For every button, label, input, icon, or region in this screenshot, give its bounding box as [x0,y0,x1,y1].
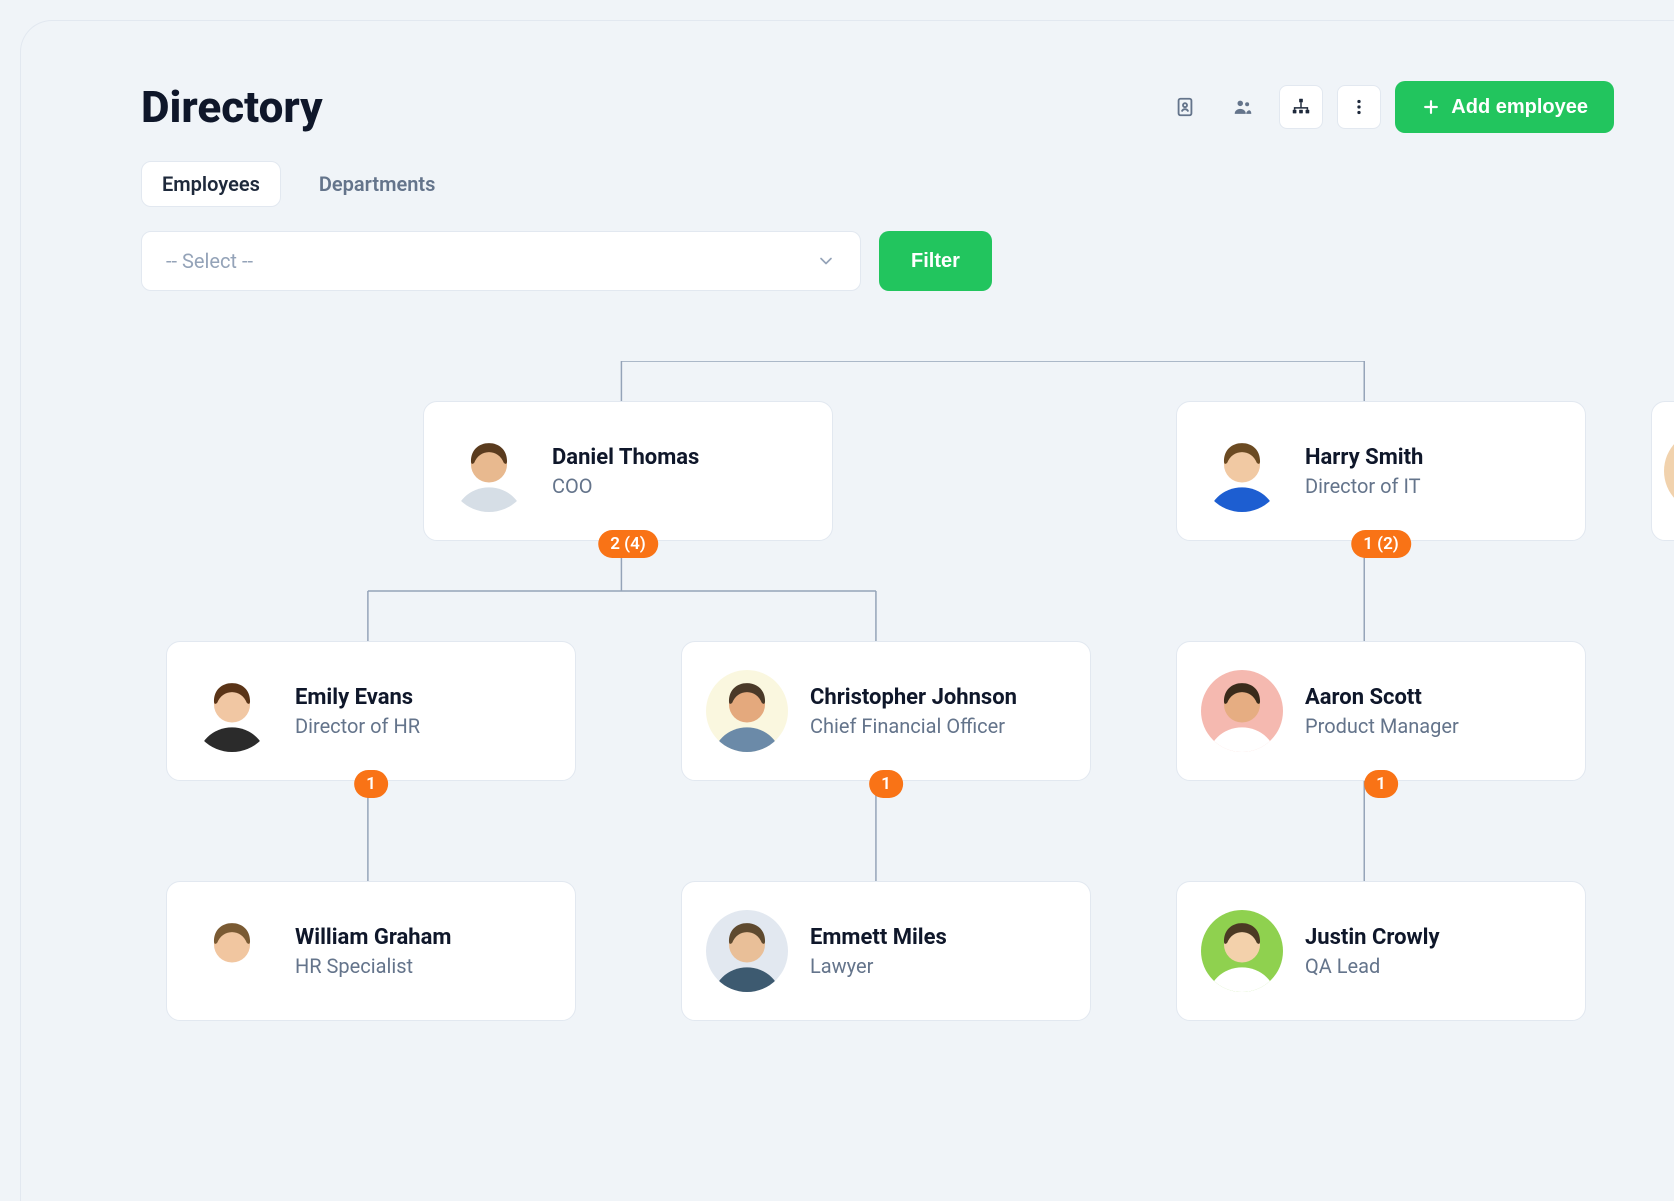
employee-role: Product Manager [1305,714,1459,738]
people-icon[interactable] [1221,85,1265,129]
org-node-partial[interactable] [1651,401,1674,541]
avatar [191,910,273,992]
employee-role: COO [552,474,699,498]
add-employee-button[interactable]: Add employee [1395,81,1614,133]
org-chart-icon[interactable] [1279,85,1323,129]
reports-badge[interactable]: 2 (4) [598,530,658,558]
reports-badge[interactable]: 1 [869,770,903,798]
org-node-william[interactable]: William Graham HR Specialist [166,881,576,1021]
add-employee-label: Add employee [1451,96,1588,119]
org-chart: Daniel Thomas COO 2 (4) Harry Smith Dire… [141,361,1674,1121]
avatar [1664,430,1674,512]
header-actions: Add employee [1163,81,1614,133]
avatar [191,670,273,752]
avatar [1201,910,1283,992]
org-node-justin[interactable]: Justin Crowly QA Lead [1176,881,1586,1021]
employee-name: William Graham [295,925,451,950]
filter-button[interactable]: Filter [879,231,992,291]
tab-employees[interactable]: Employees [141,161,281,207]
avatar [706,670,788,752]
employee-role: Chief Financial Officer [810,714,1017,738]
org-node-harry[interactable]: Harry Smith Director of IT [1176,401,1586,541]
filter-select[interactable]: -- Select -- [141,231,861,291]
employee-name: Emily Evans [295,685,420,710]
employee-role: Lawyer [810,954,947,978]
select-placeholder: -- Select -- [166,249,253,273]
org-node-aaron[interactable]: Aaron Scott Product Manager [1176,641,1586,781]
employee-name: Christopher Johnson [810,685,1017,710]
employee-name: Emmett Miles [810,925,947,950]
reports-badge[interactable]: 1 [354,770,388,798]
employee-role: Director of IT [1305,474,1423,498]
employee-role: Director of HR [295,714,420,738]
employee-name: Daniel Thomas [552,445,699,470]
employee-name: Aaron Scott [1305,685,1459,710]
org-node-emily[interactable]: Emily Evans Director of HR [166,641,576,781]
more-menu-icon[interactable] [1337,85,1381,129]
employee-name: Harry Smith [1305,445,1423,470]
tabs: Employees Departments [141,161,1674,207]
contact-card-icon[interactable] [1163,85,1207,129]
reports-badge[interactable]: 1 (2) [1351,530,1411,558]
avatar [1201,430,1283,512]
employee-role: HR Specialist [295,954,451,978]
tab-departments[interactable]: Departments [299,162,456,206]
org-node-chris[interactable]: Christopher Johnson Chief Financial Offi… [681,641,1091,781]
org-node-emmett[interactable]: Emmett Miles Lawyer [681,881,1091,1021]
avatar [706,910,788,992]
page-title: Directory [141,81,323,133]
org-node-daniel[interactable]: Daniel Thomas COO [423,401,833,541]
reports-badge[interactable]: 1 [1364,770,1398,798]
employee-name: Justin Crowly [1305,925,1440,950]
avatar [1201,670,1283,752]
avatar [448,430,530,512]
chevron-down-icon [816,251,836,271]
employee-role: QA Lead [1305,954,1440,978]
